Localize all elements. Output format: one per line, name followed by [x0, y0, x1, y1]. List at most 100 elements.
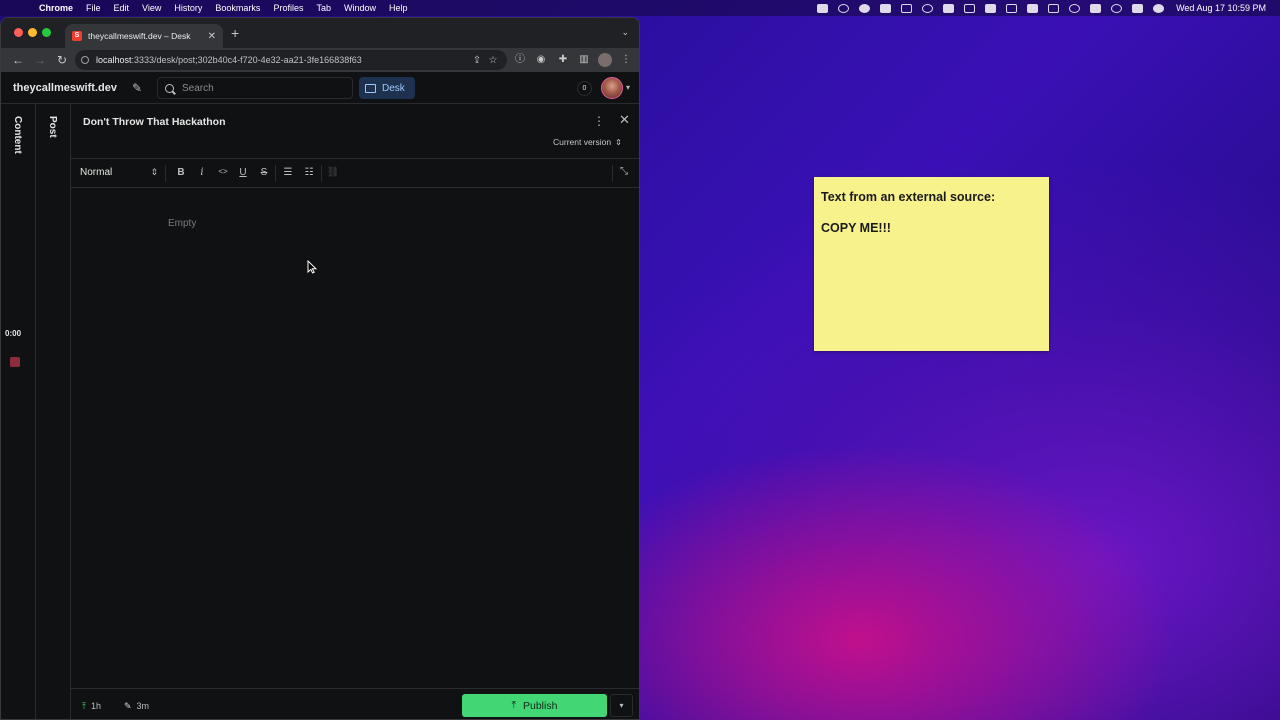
editor-placeholder: Empty: [168, 218, 197, 229]
menu-clock[interactable]: Wed Aug 17 10:59 PM: [1176, 3, 1266, 13]
back-arrow-icon[interactable]: ←: [7, 53, 29, 67]
side-panel-icon[interactable]: ▥: [577, 53, 591, 67]
publish-menu-chevron-icon[interactable]: ▾: [610, 694, 633, 717]
reload-icon[interactable]: ↻: [51, 53, 73, 67]
mail-icon[interactable]: [985, 3, 997, 13]
mouse-pointer-icon: [307, 260, 317, 274]
new-tab-icon[interactable]: +: [231, 26, 239, 40]
numbered-list-icon[interactable]: ☷: [302, 167, 316, 178]
sticky-note[interactable]: Text from an external source: COPY ME!!!: [814, 177, 1049, 351]
publish-label: Publish: [522, 699, 558, 712]
bold-button[interactable]: B: [174, 167, 188, 178]
publish-button[interactable]: ⤒ Publish: [462, 694, 607, 717]
block-style-select[interactable]: Normal ⇕: [80, 167, 158, 178]
volume-icon[interactable]: [1027, 3, 1039, 13]
toolbar-divider: [165, 165, 166, 182]
menu-app-name[interactable]: Chrome: [39, 3, 73, 13]
search-input[interactable]: Search: [157, 77, 353, 99]
edited-status[interactable]: ✎ 3m: [124, 701, 149, 712]
code-button[interactable]: <>: [216, 167, 230, 176]
italic-button[interactable]: i: [195, 167, 209, 178]
menu-history[interactable]: History: [174, 3, 202, 13]
menu-view[interactable]: View: [142, 3, 161, 13]
extensions-puzzle-icon[interactable]: ✚: [556, 53, 570, 67]
screen-record-icon[interactable]: [817, 3, 829, 13]
siri-icon[interactable]: [1153, 3, 1165, 13]
menu-edit[interactable]: Edit: [114, 3, 130, 13]
version-select[interactable]: Current version ⇕: [553, 137, 622, 147]
target-icon[interactable]: [922, 3, 934, 13]
creative-cloud-icon[interactable]: [838, 3, 850, 13]
profile-avatar-icon[interactable]: [598, 53, 612, 67]
document-header: Don't Throw That Hackathon ⋮ ✕ Current v…: [71, 104, 639, 159]
studio-navbar: theycallmeswift.dev ✎ Search Desk 0 ▾: [1, 72, 639, 104]
forward-arrow-icon[interactable]: →: [29, 53, 51, 67]
menu-file[interactable]: File: [86, 3, 101, 13]
collapsed-pane-post[interactable]: Post: [36, 104, 71, 719]
url-text[interactable]: localhost:3333/desk/post;302b40c4-f720-4…: [96, 55, 469, 65]
moon-icon[interactable]: [1069, 3, 1081, 13]
dropbox-icon[interactable]: [880, 3, 892, 13]
studio-brand[interactable]: theycallmeswift.dev: [13, 82, 117, 94]
extension-info-icon[interactable]: ⓘ: [513, 53, 527, 67]
recorder-timer: 0:00: [5, 329, 22, 338]
recorder-stop-icon[interactable]: [10, 357, 20, 367]
tab-strip: S theycallmeswift.dev – Desk ✕ + ⌄: [1, 18, 639, 48]
select-caret-icon: ⇕: [150, 167, 158, 177]
block-style-label: Normal: [80, 167, 113, 178]
browser-tab[interactable]: S theycallmeswift.dev – Desk ✕: [65, 24, 223, 48]
document-title: Don't Throw That Hackathon: [83, 116, 226, 128]
notification-badge[interactable]: 0: [577, 81, 592, 96]
rich-text-editor[interactable]: Empty: [71, 188, 639, 688]
airdrop-icon[interactable]: [1006, 3, 1018, 13]
keyboard-icon[interactable]: [943, 3, 955, 13]
collapsed-pane-content[interactable]: Content 0:00: [1, 104, 36, 719]
tab-search-chevron-icon[interactable]: ⌄: [621, 27, 629, 38]
address-bar[interactable]: localhost:3333/desk/post;302b40c4-f720-4…: [75, 50, 507, 70]
window-close-button[interactable]: [14, 28, 23, 37]
bluetooth-icon[interactable]: [1048, 3, 1060, 13]
desk-tool-label: Desk: [382, 82, 405, 94]
site-info-icon[interactable]: [81, 56, 89, 64]
window-zoom-button[interactable]: [42, 28, 51, 37]
more-vertical-icon[interactable]: ⋮: [593, 114, 605, 128]
menu-help[interactable]: Help: [389, 3, 408, 13]
bullet-list-icon[interactable]: ☰: [281, 167, 295, 178]
studio-app: theycallmeswift.dev ✎ Search Desk 0 ▾ Co…: [1, 72, 639, 719]
control-center-icon[interactable]: [1132, 3, 1144, 13]
desk-tool-button[interactable]: Desk: [359, 77, 415, 99]
link-icon[interactable]: ⛓: [326, 167, 340, 178]
extension-sync-icon[interactable]: ◉: [534, 53, 548, 67]
underline-button[interactable]: U: [236, 167, 250, 178]
gear-icon[interactable]: [859, 3, 871, 13]
menu-tab[interactable]: Tab: [316, 3, 331, 13]
collapse-editor-icon[interactable]: ⤡: [620, 166, 628, 177]
pane-label-content: Content: [12, 116, 23, 154]
link-icon[interactable]: [901, 3, 913, 13]
chrome-menu-icon[interactable]: ⋮: [619, 53, 633, 67]
published-arrow-icon: ⤒: [82, 701, 86, 711]
menu-window[interactable]: Window: [344, 3, 376, 13]
menu-bookmarks[interactable]: Bookmarks: [215, 3, 260, 13]
published-status[interactable]: ⤒ 1h: [82, 701, 101, 712]
bookmark-star-icon[interactable]: ☆: [485, 55, 501, 66]
toolbar-divider: [612, 165, 613, 182]
strikethrough-button[interactable]: S: [257, 167, 271, 178]
publish-arrow-icon: ⤒: [511, 700, 516, 711]
sticky-note-heading[interactable]: Text from an external source:: [821, 190, 1042, 204]
share-icon[interactable]: ⇪: [469, 55, 485, 66]
edit-pencil-icon: ✎: [124, 701, 132, 711]
window-minimize-button[interactable]: [28, 28, 37, 37]
tab-close-icon[interactable]: ✕: [208, 31, 216, 42]
spotlight-icon[interactable]: [1111, 3, 1123, 13]
user-avatar[interactable]: [601, 77, 623, 99]
compose-pencil-icon[interactable]: ✎: [132, 81, 142, 95]
tab-title: theycallmeswift.dev – Desk: [88, 31, 191, 41]
display-icon[interactable]: [964, 3, 976, 13]
sticky-note-copy-text[interactable]: COPY ME!!!: [821, 221, 1042, 235]
menu-profiles[interactable]: Profiles: [273, 3, 303, 13]
wifi-icon[interactable]: [1090, 3, 1102, 13]
browser-toolbar: ← → ↻ localhost:3333/desk/post;302b40c4-…: [1, 48, 639, 72]
close-icon[interactable]: ✕: [619, 112, 630, 128]
chevron-down-icon[interactable]: ▾: [626, 83, 630, 92]
